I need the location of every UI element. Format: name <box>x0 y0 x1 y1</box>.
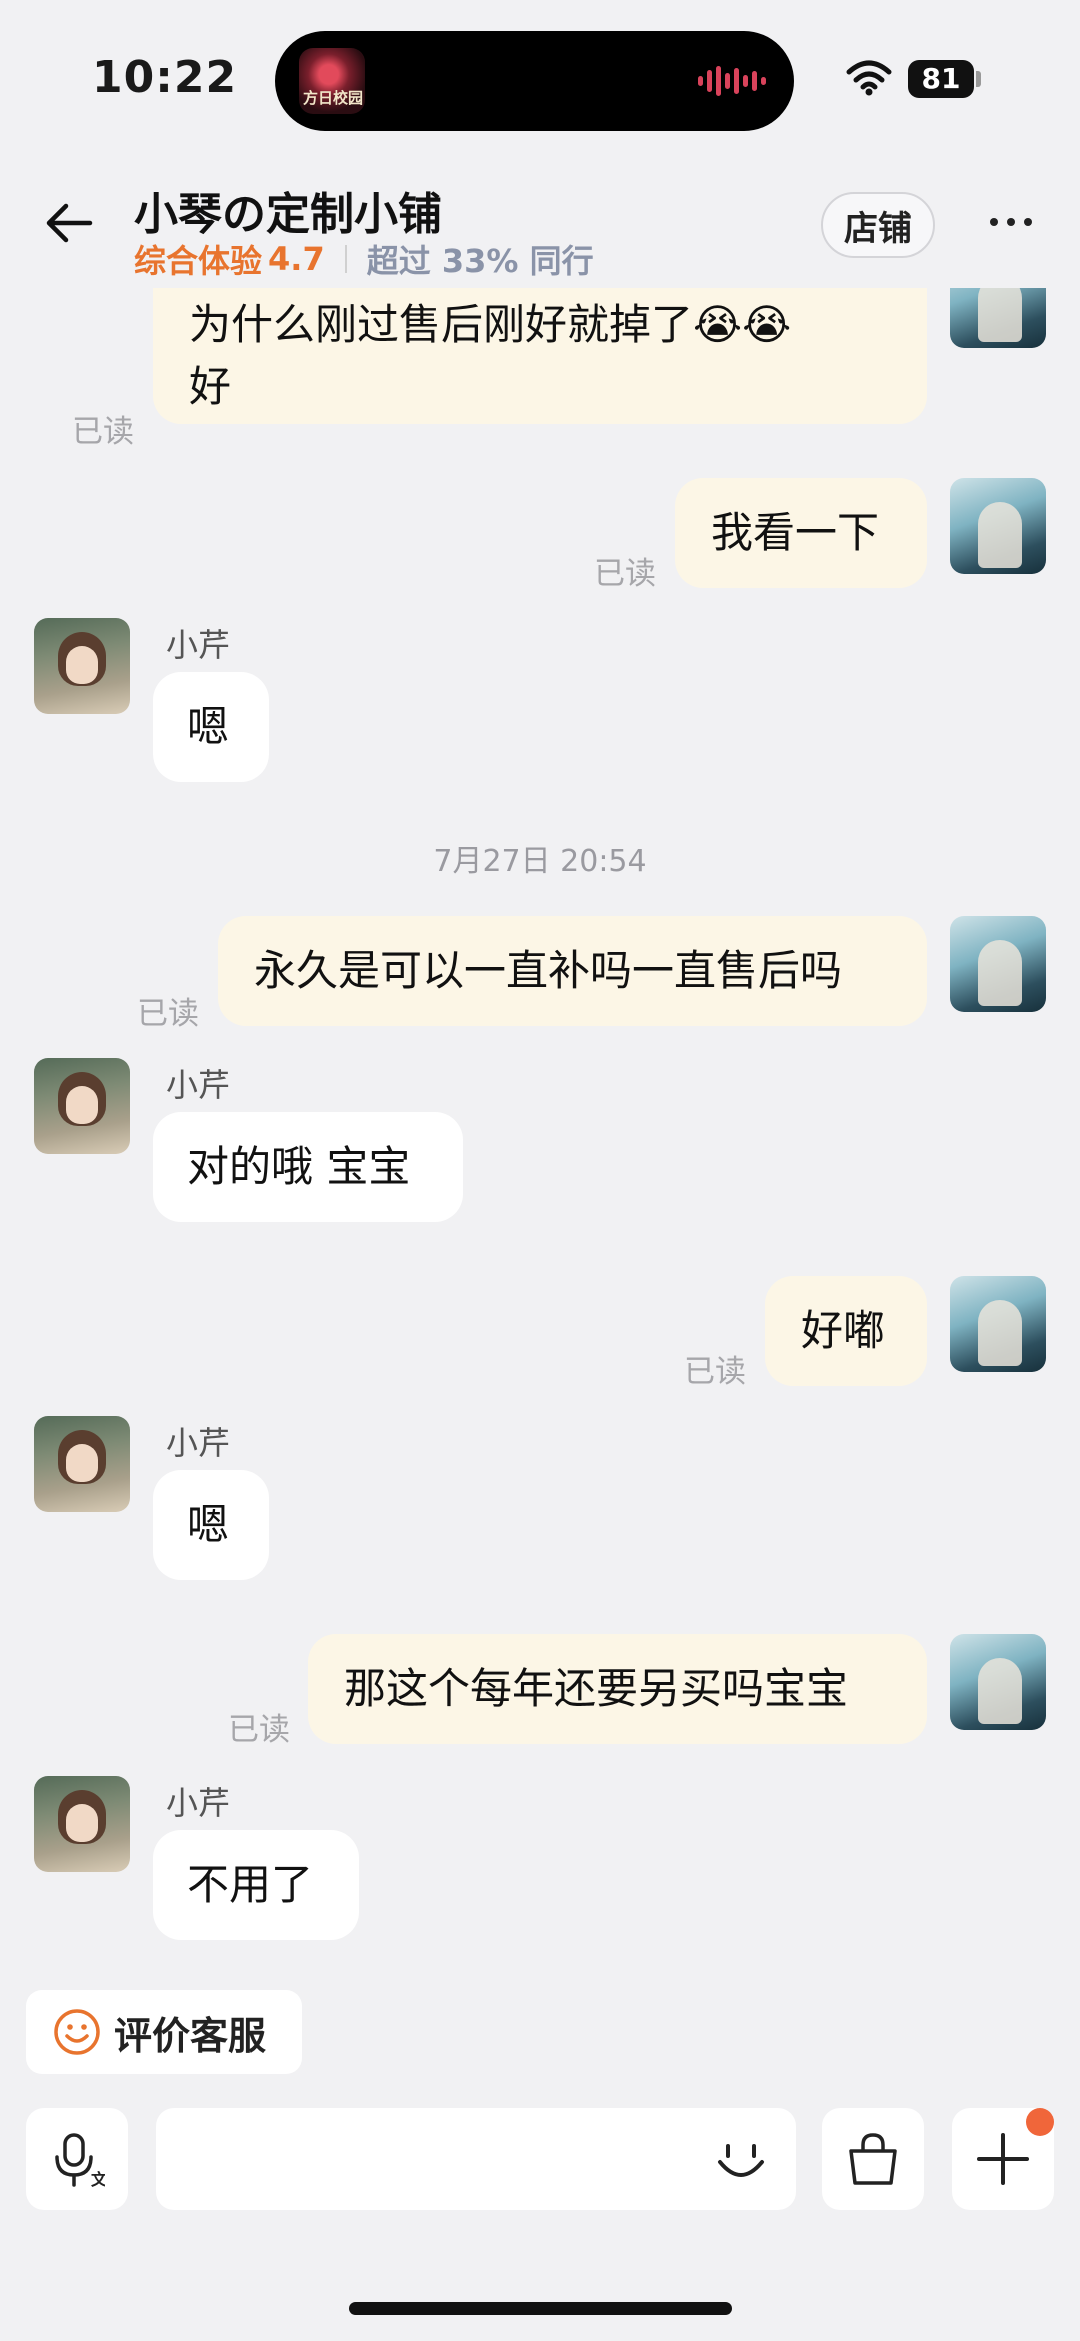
message-text: 永久是可以一直补吗一直售后吗 <box>254 946 843 995</box>
message-bubble-outgoing[interactable]: 好嘟 <box>765 1276 927 1386</box>
message-bubble-incoming[interactable]: 嗯 <box>153 672 269 782</box>
chat-message-list[interactable]: 为什么刚过售后刚好就掉了😭😭 好 已读 我看一下 已读 小芹 嗯 7月27日 2… <box>0 288 1080 1988</box>
audio-waveform-icon <box>698 65 766 97</box>
now-playing-artwork: 方日校园 <box>299 48 365 114</box>
user-avatar[interactable] <box>950 288 1046 348</box>
emoji-icon[interactable] <box>712 2130 770 2188</box>
message-bubble-outgoing[interactable]: 为什么刚过售后刚好就掉了😭😭 好 <box>153 288 927 424</box>
plus-icon <box>977 2133 1029 2185</box>
battery-level: 81 <box>921 62 961 95</box>
rate-service-label: 评价客服 <box>114 2013 267 2058</box>
agent-avatar[interactable] <box>34 1058 130 1154</box>
message-text: 为什么刚过售后刚好就掉了😭😭 <box>189 300 792 349</box>
shopping-bag-button[interactable] <box>822 2108 924 2210</box>
read-receipt: 已读 <box>137 996 199 1032</box>
voice-input-button[interactable]: 文 <box>26 2108 128 2210</box>
read-receipt: 已读 <box>72 414 134 450</box>
message-bubble-outgoing[interactable]: 我看一下 <box>675 478 927 588</box>
message-input[interactable] <box>156 2108 796 2210</box>
message-text: 好嘟 <box>801 1306 886 1355</box>
rating-label: 综合体验 <box>134 242 263 280</box>
microphone-icon: 文 <box>55 2133 105 2189</box>
store-button[interactable]: 店铺 <box>821 192 935 258</box>
rate-service-button[interactable]: 评价客服 <box>26 1990 302 2074</box>
sender-name: 小芹 <box>166 626 231 664</box>
message-text: 好 <box>189 362 232 411</box>
svg-text:文: 文 <box>91 2170 105 2189</box>
wifi-icon <box>846 60 892 96</box>
user-avatar[interactable] <box>950 1276 1046 1372</box>
agent-avatar[interactable] <box>34 618 130 714</box>
dynamic-island[interactable]: 方日校园 <box>275 31 794 131</box>
sender-name: 小芹 <box>166 1784 231 1822</box>
read-receipt: 已读 <box>594 556 656 592</box>
message-text: 嗯 <box>187 1500 230 1549</box>
peer-comparison: 超过 33% 同行 <box>366 242 594 280</box>
shop-stats: 综合体验 4.7 超过 33% 同行 <box>134 236 594 282</box>
divider <box>344 245 347 273</box>
agent-avatar[interactable] <box>34 1416 130 1512</box>
chat-screen: 10:22 方日校园 81 小琴の定制小铺 综合体验 4.7 超过 33% 同行… <box>0 0 1080 2341</box>
message-bubble-incoming[interactable]: 嗯 <box>153 1470 269 1580</box>
message-bubble-outgoing[interactable]: 永久是可以一直补吗一直售后吗 <box>218 916 927 1026</box>
message-bubble-incoming[interactable]: 不用了 <box>153 1830 359 1940</box>
read-receipt: 已读 <box>228 1712 290 1748</box>
sender-name: 小芹 <box>166 1424 231 1462</box>
home-indicator[interactable] <box>349 2302 732 2315</box>
message-bubble-incoming[interactable]: 对的哦 宝宝 <box>153 1112 463 1222</box>
input-bar: 文 <box>0 2102 1080 2212</box>
battery-cap <box>976 71 981 87</box>
message-text: 不用了 <box>187 1860 314 1909</box>
battery-indicator: 81 <box>908 60 974 98</box>
message-text: 嗯 <box>187 702 230 751</box>
back-arrow-icon[interactable] <box>42 196 96 250</box>
notification-dot <box>1026 2108 1054 2136</box>
message-bubble-outgoing[interactable]: 那这个每年还要另买吗宝宝 <box>308 1634 927 1744</box>
user-avatar[interactable] <box>950 1634 1046 1730</box>
user-avatar[interactable] <box>950 916 1046 1012</box>
shopping-bag-icon <box>849 2133 897 2185</box>
message-text: 对的哦 宝宝 <box>187 1142 411 1191</box>
user-avatar[interactable] <box>950 478 1046 574</box>
smiley-icon <box>54 2009 100 2055</box>
shop-title[interactable]: 小琴の定制小铺 <box>134 178 442 242</box>
chat-timestamp: 7月27日 20:54 <box>433 844 647 879</box>
rating-value: 4.7 <box>268 240 325 278</box>
agent-avatar[interactable] <box>34 1776 130 1872</box>
sender-name: 小芹 <box>166 1066 231 1104</box>
read-receipt: 已读 <box>684 1354 746 1390</box>
message-text: 我看一下 <box>711 508 880 557</box>
message-text: 那这个每年还要另买吗宝宝 <box>344 1664 849 1713</box>
artwork-text: 方日校园 <box>303 89 364 107</box>
more-options-icon[interactable] <box>988 210 1034 234</box>
status-time: 10:22 <box>92 52 238 103</box>
